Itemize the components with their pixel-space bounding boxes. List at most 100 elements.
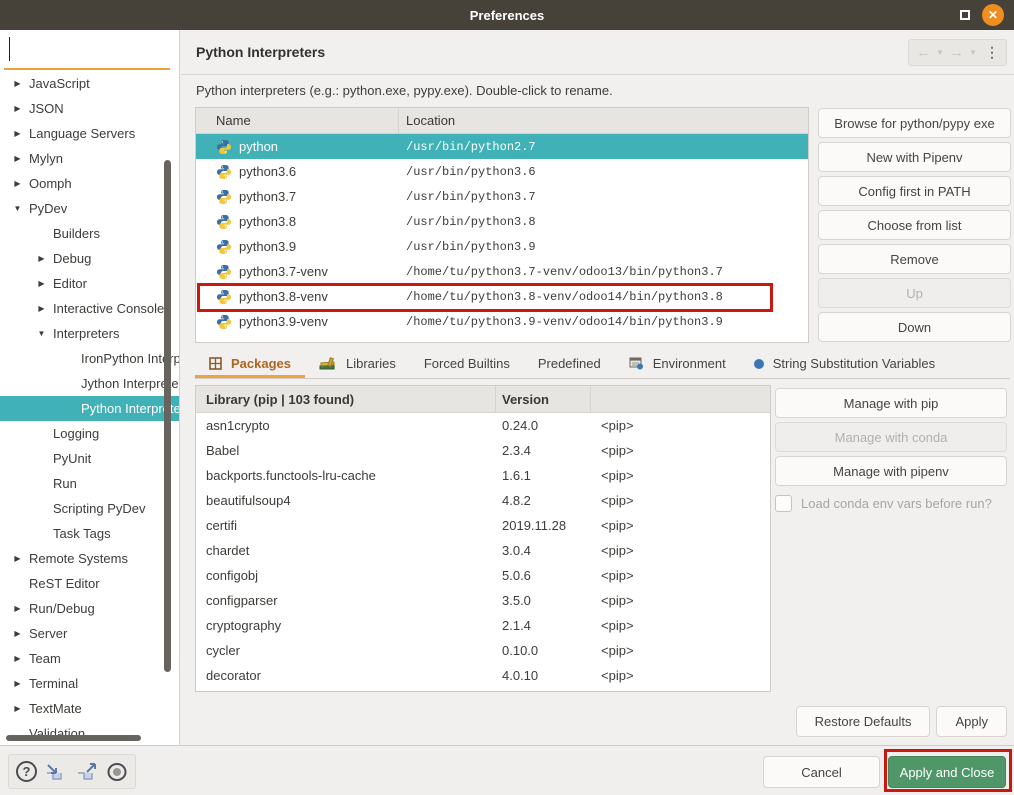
config-first-in-path-button[interactable]: Config first in PATH <box>818 176 1011 206</box>
tree-item-task-tags[interactable]: Task Tags <box>0 521 179 546</box>
interpreter-row-python3-9[interactable]: python3.9/usr/bin/python3.9 <box>196 234 808 259</box>
tree-item-javascript[interactable]: ▶JavaScript <box>0 71 179 96</box>
interpreter-row-python3-8-venv[interactable]: python3.8-venv/home/tu/python3.8-venv/od… <box>196 284 808 309</box>
tree-item-server[interactable]: ▶Server <box>0 621 179 646</box>
tree-item-interactive-console[interactable]: ▶Interactive Console <box>0 296 179 321</box>
tree-item-logging[interactable]: Logging <box>0 421 179 446</box>
chevron-right-icon[interactable]: ▶ <box>12 79 23 88</box>
interpreter-row-python3-6[interactable]: python3.6/usr/bin/python3.6 <box>196 159 808 184</box>
tree-item-team[interactable]: ▶Team <box>0 646 179 671</box>
manage-with-pipenv-button[interactable]: Manage with pipenv <box>775 456 1007 486</box>
forward-arrow-icon[interactable]: → <box>949 45 964 60</box>
chevron-down-icon[interactable]: ▼ <box>12 204 23 213</box>
apply-and-close-button[interactable]: Apply and Close <box>888 756 1006 788</box>
column-header-location[interactable]: Location <box>399 113 808 128</box>
maximize-icon[interactable] <box>960 10 970 20</box>
package-row-cycler[interactable]: cycler0.10.0<pip> <box>196 638 770 663</box>
manage-with-pip-button[interactable]: Manage with pip <box>775 388 1007 418</box>
chevron-right-icon[interactable]: ▶ <box>12 154 23 163</box>
chevron-down-icon[interactable]: ▼ <box>36 329 47 338</box>
tree-item-jython-interpreters[interactable]: Jython Interpreters <box>0 371 179 396</box>
sidebar-horizontal-scrollbar[interactable] <box>6 735 141 741</box>
chevron-right-icon[interactable]: ▶ <box>12 604 23 613</box>
up-button[interactable]: Up <box>818 278 1011 308</box>
back-menu-icon[interactable]: ▼ <box>936 48 944 57</box>
package-row-backports-functools-lru-cache[interactable]: backports.functools-lru-cache1.6.1<pip> <box>196 463 770 488</box>
help-icon[interactable]: ? <box>16 761 37 782</box>
chevron-right-icon[interactable]: ▶ <box>36 279 47 288</box>
interpreter-row-python3-7[interactable]: python3.7/usr/bin/python3.7 <box>196 184 808 209</box>
chevron-right-icon[interactable]: ▶ <box>36 304 47 313</box>
tree-item-pyunit[interactable]: PyUnit <box>0 446 179 471</box>
manage-with-conda-button[interactable]: Manage with conda <box>775 422 1007 452</box>
tab-libraries[interactable]: Libraries <box>305 352 410 378</box>
interpreter-row-python3-8[interactable]: python3.8/usr/bin/python3.8 <box>196 209 808 234</box>
chevron-right-icon[interactable]: ▶ <box>12 654 23 663</box>
chevron-right-icon[interactable]: ▶ <box>12 129 23 138</box>
tree-item-mylyn[interactable]: ▶Mylyn <box>0 146 179 171</box>
tree-item-terminal[interactable]: ▶Terminal <box>0 671 179 696</box>
tree-item-interpreters[interactable]: ▼Interpreters <box>0 321 179 346</box>
interpreter-row-python3-9-venv[interactable]: python3.9-venv/home/tu/python3.9-venv/od… <box>196 309 808 334</box>
package-row-beautifulsoup4[interactable]: beautifulsoup44.8.2<pip> <box>196 488 770 513</box>
tree-item-ironpython-interpreters[interactable]: IronPython Interpreters <box>0 346 179 371</box>
view-menu-icon[interactable]: ⋮ <box>985 44 999 61</box>
cancel-button[interactable]: Cancel <box>763 756 880 788</box>
chevron-right-icon[interactable]: ▶ <box>12 179 23 188</box>
tree-item-editor[interactable]: ▶Editor <box>0 271 179 296</box>
column-header-library[interactable]: Library (pip | 103 found) <box>196 386 496 412</box>
package-row-certifi[interactable]: certifi2019.11.28<pip> <box>196 513 770 538</box>
package-row-asn1crypto[interactable]: asn1crypto0.24.0<pip> <box>196 413 770 438</box>
tree-item-debug[interactable]: ▶Debug <box>0 246 179 271</box>
package-row-configobj[interactable]: configobj5.0.6<pip> <box>196 563 770 588</box>
sidebar-vertical-scrollbar[interactable] <box>164 160 171 672</box>
tree-item-validation[interactable]: Validation <box>0 721 179 745</box>
remove-button[interactable]: Remove <box>818 244 1011 274</box>
tree-item-json[interactable]: ▶JSON <box>0 96 179 121</box>
tree-item-scripting-pydev[interactable]: Scripting PyDev <box>0 496 179 521</box>
browse-for-python-pypy-exe-button[interactable]: Browse for python/pypy exe <box>818 108 1011 138</box>
tab-string-substitution-variables[interactable]: String Substitution Variables <box>740 352 949 378</box>
package-row-cryptography[interactable]: cryptography2.1.4<pip> <box>196 613 770 638</box>
tree-item-pydev[interactable]: ▼PyDev <box>0 196 179 221</box>
forward-menu-icon[interactable]: ▼ <box>969 48 977 57</box>
chevron-right-icon[interactable]: ▶ <box>12 104 23 113</box>
tree-item-run-debug[interactable]: ▶Run/Debug <box>0 596 179 621</box>
tab-forced-builtins[interactable]: Forced Builtins <box>410 352 524 378</box>
close-icon[interactable]: ✕ <box>982 4 1004 26</box>
restore-defaults-button[interactable]: Restore Defaults <box>796 706 931 737</box>
package-row-chardet[interactable]: chardet3.0.4<pip> <box>196 538 770 563</box>
choose-from-list-button[interactable]: Choose from list <box>818 210 1011 240</box>
interpreter-row-python3-7-venv[interactable]: python3.7-venv/home/tu/python3.7-venv/od… <box>196 259 808 284</box>
down-button[interactable]: Down <box>818 312 1011 342</box>
export-icon[interactable] <box>75 762 99 782</box>
import-icon[interactable] <box>44 762 68 782</box>
tree-item-python-interpreters[interactable]: Python Interpreters <box>0 396 179 421</box>
tab-packages[interactable]: Packages <box>195 352 305 378</box>
back-arrow-icon[interactable]: ← <box>916 45 931 60</box>
tree-item-oomph[interactable]: ▶Oomph <box>0 171 179 196</box>
conda-env-checkbox[interactable] <box>775 495 792 512</box>
tree-item-language-servers[interactable]: ▶Language Servers <box>0 121 179 146</box>
tree-item-run[interactable]: Run <box>0 471 179 496</box>
chevron-right-icon[interactable]: ▶ <box>12 629 23 638</box>
interpreter-row-python[interactable]: python/usr/bin/python2.7 <box>196 134 808 159</box>
chevron-right-icon[interactable]: ▶ <box>12 679 23 688</box>
apply-button[interactable]: Apply <box>936 706 1007 737</box>
package-row-decorator[interactable]: decorator4.0.10<pip> <box>196 663 770 688</box>
filter-input[interactable] <box>0 30 179 68</box>
column-header-name[interactable]: Name <box>196 108 399 133</box>
tree-item-remote-systems[interactable]: ▶Remote Systems <box>0 546 179 571</box>
chevron-right-icon[interactable]: ▶ <box>36 254 47 263</box>
chevron-right-icon[interactable]: ▶ <box>12 554 23 563</box>
tree-item-textmate[interactable]: ▶TextMate <box>0 696 179 721</box>
chevron-right-icon[interactable]: ▶ <box>12 704 23 713</box>
column-header-version[interactable]: Version <box>496 386 591 412</box>
package-row-babel[interactable]: Babel2.3.4<pip> <box>196 438 770 463</box>
tab-environment[interactable]: Environment <box>615 352 740 378</box>
tab-predefined[interactable]: Predefined <box>524 352 615 378</box>
new-with-pipenv-button[interactable]: New with Pipenv <box>818 142 1011 172</box>
tree-item-rest-editor[interactable]: ReST Editor <box>0 571 179 596</box>
tree-item-builders[interactable]: Builders <box>0 221 179 246</box>
oval-icon[interactable] <box>106 762 128 782</box>
